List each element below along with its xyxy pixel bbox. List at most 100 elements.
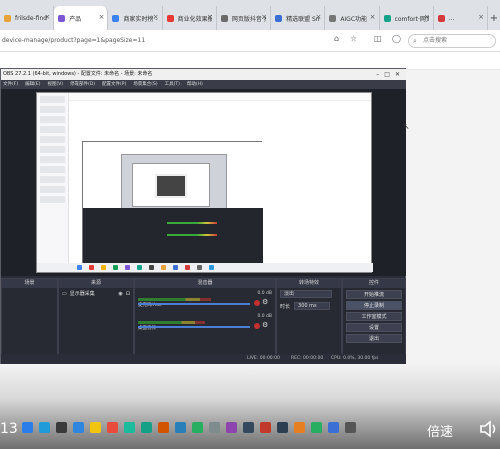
taskbar-app-icon: [243, 421, 254, 433]
obs-menu-item[interactable]: 编辑(E): [25, 80, 40, 89]
gear-icon[interactable]: ⚙: [262, 321, 268, 329]
taskbar-app-icon: [294, 421, 305, 433]
obs-menu-item[interactable]: 文件(F): [3, 80, 18, 89]
taskbar-app-icon: [107, 421, 118, 433]
taskbar-app-icon: [209, 421, 220, 433]
browser-tab[interactable]: comfort·网页版...×: [380, 6, 434, 30]
source-item[interactable]: ▭ 显示器采集 ◉ ⊡: [59, 288, 133, 299]
browser-tab[interactable]: 产品 ×: [54, 6, 109, 30]
taskbar-app-icon: [137, 265, 142, 270]
nested-obs-docks: [83, 208, 263, 264]
browser-tab[interactable]: 商业化效果报表×: [163, 6, 217, 30]
taskbar-app-icon: [149, 265, 154, 270]
mute-icon[interactable]: [254, 300, 260, 306]
browser-tab-bar: frilsde-find×产品×商家实时榜 - 跨境...×商业化效果报表×网页…: [0, 0, 500, 30]
browser-tab[interactable]: 网页版抖音·抖音...×: [217, 6, 272, 30]
scenes-dock-title: 场景: [2, 279, 57, 288]
settings-button[interactable]: 设置: [346, 323, 402, 332]
nested-capture-level4: [132, 163, 210, 207]
taskbar-app-icon: [22, 421, 33, 433]
exit-button[interactable]: 退出: [346, 334, 402, 343]
mixer-channel: 桌面音频 0.0 dB ⚙: [138, 314, 272, 331]
tab-favicon-icon: [58, 15, 66, 22]
transitions-dock: 转场特效 淡出 时长 300 ms: [276, 278, 342, 364]
transition-select[interactable]: 淡出: [280, 290, 332, 298]
sources-dock-title: 来源: [59, 279, 133, 288]
taskbar-app-icon: [209, 265, 214, 270]
taskbar-app-icon: [89, 265, 94, 270]
monitor-icon: ▭: [62, 290, 67, 297]
mute-icon[interactable]: [254, 323, 260, 329]
lock-icon[interactable]: ⊡: [126, 291, 130, 297]
close-tab-icon[interactable]: ×: [44, 13, 50, 21]
taskbar-app-icon: [260, 421, 271, 433]
stop-recording-button[interactable]: 停止录制: [346, 301, 402, 310]
tab-favicon-icon: [112, 15, 120, 22]
speaker-icon[interactable]: [478, 418, 500, 440]
close-tab-icon[interactable]: ×: [478, 13, 484, 21]
close-tab-icon[interactable]: ×: [370, 13, 376, 21]
captured-screen: [36, 92, 373, 273]
audio-meter: [138, 321, 206, 324]
close-tab-icon[interactable]: ×: [315, 13, 321, 21]
address-bar: device-manage/product?page=1&pageSize=11…: [0, 30, 500, 52]
duration-input[interactable]: 300 ms: [294, 302, 331, 310]
close-tab-icon[interactable]: ×: [99, 13, 105, 21]
obs-menu-item[interactable]: 场景集合(S): [133, 80, 157, 89]
obs-menu-item[interactable]: 工具(T): [165, 80, 180, 89]
controls-dock: 控件 开始推流 停止录制 工作室模式 设置 退出: [342, 278, 406, 364]
taskbar-app-icon: [39, 421, 50, 433]
bookmark-star-icon[interactable]: ☆: [350, 34, 357, 43]
obs-title-bar: OBS 27.2.1 (64-bit, windows) - 配置文件: 未命名…: [1, 69, 407, 80]
controls-dock-title: 控件: [343, 279, 405, 288]
obs-docks: 场景 –∧∨ 来源 ▭ 显示器采集 ◉ ⊡ +–⚙∧∨ 混音器 麦克风/Aux …: [1, 278, 407, 364]
taskbar-app-icon: [158, 421, 169, 433]
obs-menu-item[interactable]: 视图(V): [47, 80, 63, 89]
transition-type-row[interactable]: 淡出: [277, 288, 341, 300]
visibility-eye-icon[interactable]: ◉: [118, 291, 122, 297]
obs-menu-item[interactable]: 配置文件(P): [102, 80, 126, 89]
close-tab-icon[interactable]: ×: [261, 13, 267, 21]
taskbar-app-icon: [113, 265, 118, 270]
window-controls[interactable]: –□✕: [376, 69, 405, 80]
obs-menu-item[interactable]: 停靠部件(D): [70, 80, 95, 89]
taskbar-app-icon: [161, 265, 166, 270]
volume-slider[interactable]: [138, 303, 250, 305]
close-tab-icon[interactable]: ×: [424, 13, 430, 21]
taskbar-app-icon: [311, 421, 322, 433]
browser-tab[interactable]: 精选联盟 Smart...×: [271, 6, 326, 30]
taskbar-app-icon: [73, 421, 84, 433]
extensions-icon[interactable]: ◫: [374, 34, 382, 43]
mixer-channel: 麦克风/Aux 0.0 dB ⚙: [138, 291, 272, 308]
taskbar-app-icon: [226, 421, 237, 433]
browser-tab[interactable]: frilsde-find ×: [0, 6, 55, 30]
browser-tab[interactable]: AIGC功能 ×: [325, 6, 380, 30]
studio-mode-button[interactable]: 工作室模式: [346, 312, 402, 321]
taskbar-app-icon: [185, 265, 190, 270]
tab-favicon-icon: [329, 15, 337, 22]
translate-icon[interactable]: ⌂: [334, 34, 339, 43]
start-streaming-button[interactable]: 开始推流: [346, 290, 402, 299]
close-tab-icon[interactable]: ×: [207, 13, 213, 21]
rec-status: REC: 00:00:00: [291, 356, 324, 361]
obs-menu-bar: 文件(F) 编辑(E) 视图(V) 停靠部件(D) 配置文件(P) 场景集合(S) 工具(T…: [1, 80, 407, 89]
browser-tab[interactable]: 商家实时榜 - 跨境...×: [108, 6, 163, 30]
new-tab-button[interactable]: +: [488, 6, 500, 30]
taskbar-app-icon: [173, 265, 178, 270]
nested-meter: [167, 234, 217, 236]
browser-tab[interactable]: ... ×: [434, 6, 488, 30]
obs-menu-item[interactable]: 帮助(H): [187, 80, 203, 89]
taskbar-app-icon: [101, 265, 106, 270]
audio-meter: [138, 298, 211, 301]
playback-speed-button[interactable]: 倍速: [427, 421, 453, 440]
gear-icon[interactable]: ⚙: [262, 298, 268, 306]
volume-slider[interactable]: [138, 326, 250, 328]
close-tab-icon[interactable]: ×: [153, 13, 159, 21]
captured-header: [69, 93, 371, 101]
obs-preview: [1, 89, 407, 276]
url-field[interactable]: device-manage/product?page=1&pageSize=11: [0, 34, 380, 48]
taskbar-app-icon: [141, 421, 152, 433]
search-input[interactable]: ⌕ 点击搜索: [408, 34, 496, 48]
profile-icon[interactable]: ◯: [392, 34, 401, 43]
transition-duration-row: 时长 300 ms: [277, 300, 341, 312]
